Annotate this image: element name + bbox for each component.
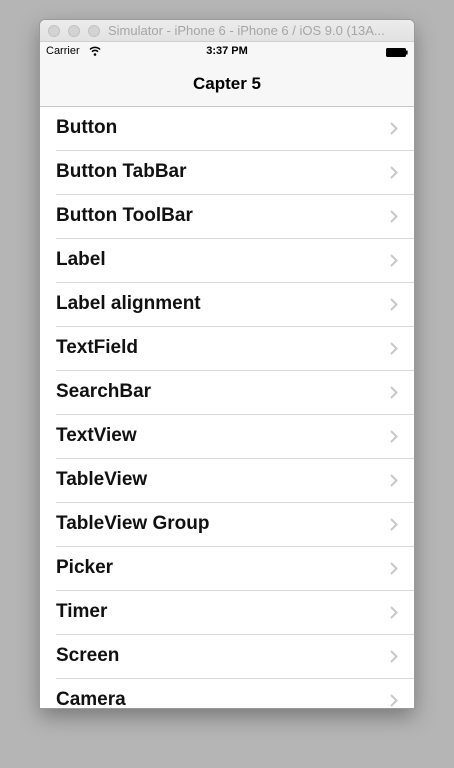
zoom-window-button[interactable] [88, 25, 100, 37]
table-row[interactable]: SearchBar [56, 371, 414, 415]
table-row[interactable]: Picker [56, 547, 414, 591]
chevron-right-icon [390, 210, 398, 223]
table-row[interactable]: Timer [56, 591, 414, 635]
table-row-label: Label [56, 249, 106, 270]
chevron-right-icon [390, 298, 398, 311]
nav-title: Capter 5 [192, 74, 262, 93]
window-title: Simulator - iPhone 6 - iPhone 6 / iOS 9.… [108, 23, 385, 38]
chevron-right-icon [390, 386, 398, 399]
table-row[interactable]: Button [56, 107, 414, 151]
chevron-right-icon [390, 650, 398, 663]
table-row-label: Button [56, 117, 118, 138]
chevron-right-icon [390, 342, 398, 355]
table-row-label: Button TabBar [56, 161, 187, 182]
table-row[interactable]: Screen [56, 635, 414, 679]
table-row[interactable]: Label [56, 239, 414, 283]
table-row[interactable]: Camera [56, 679, 414, 708]
table-row[interactable]: TableView [56, 459, 414, 503]
table-row[interactable]: Label alignment [56, 283, 414, 327]
table-row[interactable]: Button TabBar [56, 151, 414, 195]
chevron-right-icon [390, 474, 398, 487]
simulator-window: Simulator - iPhone 6 - iPhone 6 / iOS 9.… [40, 20, 414, 708]
battery-icon [386, 48, 408, 57]
navigation-bar: Capter 5 [40, 62, 414, 107]
chevron-right-icon [390, 166, 398, 179]
table-row-label: Timer [56, 601, 108, 622]
chevron-right-icon [390, 562, 398, 575]
table-row-label: TextField [56, 337, 138, 358]
table-row-label: Picker [56, 557, 114, 578]
table-row-label: Button ToolBar [56, 205, 193, 226]
minimize-window-button[interactable] [68, 25, 80, 37]
status-time: 3:37 PM [206, 45, 248, 57]
table-row[interactable]: TextField [56, 327, 414, 371]
chevron-right-icon [390, 606, 398, 619]
table-row[interactable]: Button ToolBar [56, 195, 414, 239]
chevron-right-icon [390, 254, 398, 267]
table-row-label: TableView Group [56, 513, 210, 534]
status-bar: Carrier 3:37 PM [40, 42, 414, 62]
table-row-label: SearchBar [56, 381, 152, 402]
table-row[interactable]: TableView Group [56, 503, 414, 547]
chevron-right-icon [390, 122, 398, 135]
table-row-label: TextView [56, 425, 137, 446]
chevron-right-icon [390, 694, 398, 707]
table-row[interactable]: TextView [56, 415, 414, 459]
chevron-right-icon [390, 430, 398, 443]
table-row-label: Label alignment [56, 293, 201, 314]
table-row-label: Camera [56, 689, 126, 708]
window-titlebar: Simulator - iPhone 6 - iPhone 6 / iOS 9.… [40, 20, 414, 42]
table-row-label: TableView [56, 469, 148, 490]
close-window-button[interactable] [48, 25, 60, 37]
chevron-right-icon [390, 518, 398, 531]
table-row-label: Screen [56, 645, 120, 666]
table-view[interactable]: Button Button TabBar Button ToolBar Label La… [40, 107, 414, 708]
